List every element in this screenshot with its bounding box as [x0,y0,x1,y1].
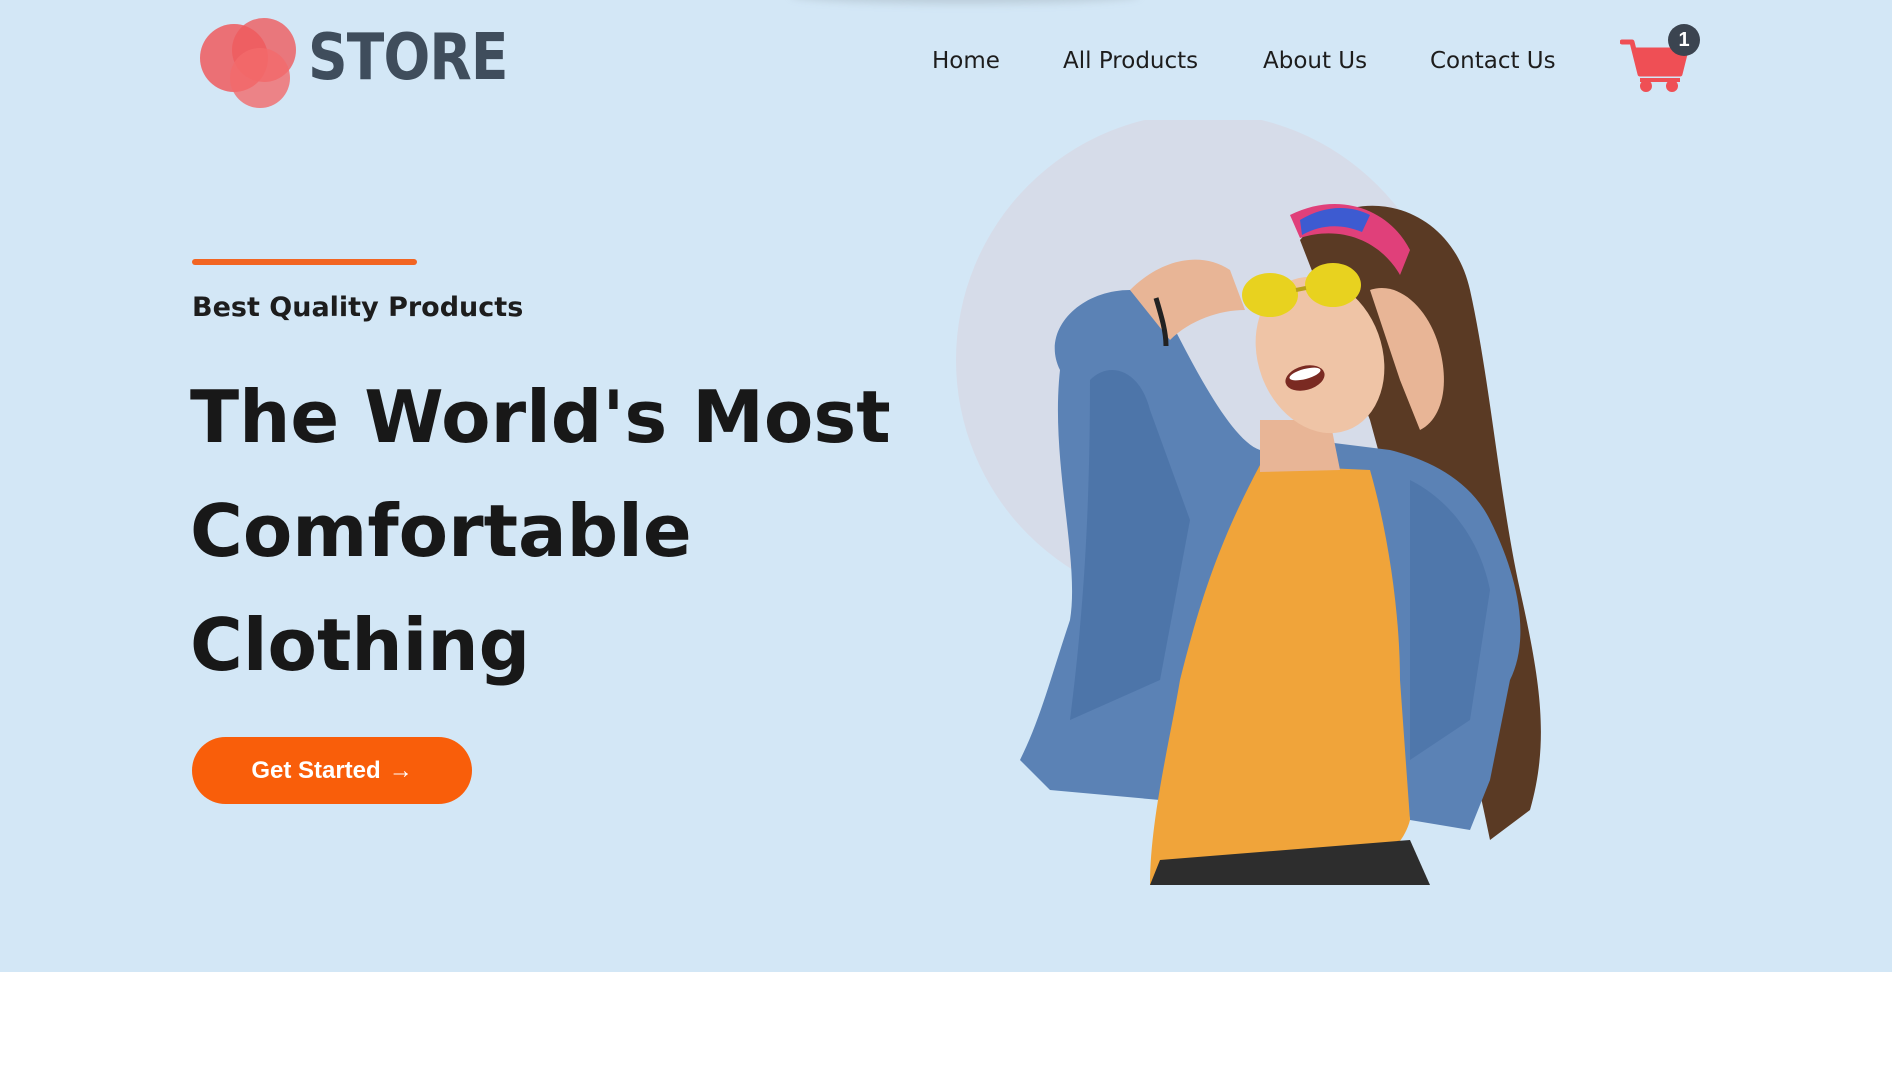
get-started-label: Get Started [251,756,381,784]
sunglasses-left [1242,273,1298,317]
logo-mark-icon [200,18,296,108]
logo-text: STORE [308,21,509,95]
hero-image [956,120,1541,885]
cart-count-badge: 1 [1668,24,1700,56]
cart-button[interactable]: 1 [1620,22,1700,92]
nav-all-products-link[interactable]: All Products [1063,46,1198,76]
nav-about-us-link[interactable]: About Us [1263,46,1367,76]
sunglasses-right [1305,263,1361,307]
hero-eyebrow: Best Quality Products [192,292,524,323]
top-shadow [790,0,1140,4]
hero-section: STORE Home All Products About Us Contact… [0,0,1892,972]
headline-line-3: Clothing [190,603,531,687]
headline-line-1: The World's Most [190,375,891,459]
hero-headline: The World's Most Comfortable Clothing [190,360,891,702]
nav-contact-us-link[interactable]: Contact Us [1430,46,1556,76]
arrow-right-icon: → [388,756,413,784]
get-started-button[interactable]: Get Started → [192,737,472,804]
headline-line-2: Comfortable [190,489,692,573]
nav-home-link[interactable]: Home [932,46,1000,76]
accent-bar [192,259,417,265]
store-logo[interactable]: STORE [200,8,509,108]
